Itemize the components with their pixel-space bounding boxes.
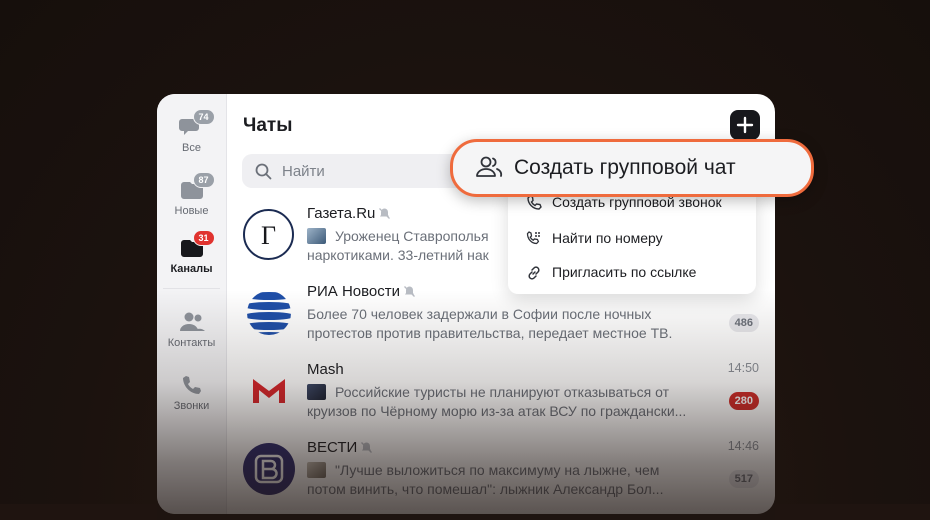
sidebar-item-new[interactable]: 87 Новые — [157, 172, 226, 217]
sidebar-item-label: Новые — [174, 205, 209, 217]
chat-preview: Российские туристы не планируют отказыва… — [307, 384, 687, 419]
chat-item-mash[interactable]: Mash Российские туристы не планируют отк… — [227, 351, 775, 429]
chat-name: РИА Новости — [307, 283, 416, 302]
new-icon: 87 — [179, 172, 215, 201]
create-group-chat-button[interactable]: Создать групповой чат — [450, 139, 814, 197]
phone-icon — [179, 374, 205, 396]
menu-item-find-by-number[interactable]: Найти по номеру — [526, 230, 663, 250]
avatar: Г — [243, 209, 294, 260]
chat-name: Mash — [307, 361, 344, 378]
badge-new: 87 — [192, 172, 215, 188]
contacts-icon — [179, 311, 205, 333]
menu-item-group-call[interactable]: Создать групповой звонок — [526, 194, 722, 214]
sidebar-item-label: Звонки — [173, 400, 210, 412]
sidebar: 74 Все 87 Новые 31 Каналы Контакты Звонк… — [157, 94, 227, 514]
dialpad-icon — [526, 231, 544, 250]
thumbnail-image — [307, 228, 326, 244]
sidebar-item-label: Каналы — [170, 263, 213, 275]
sidebar-item-all[interactable]: 74 Все — [157, 109, 226, 154]
search-icon — [255, 163, 272, 180]
chat-preview: Более 70 человек задержали в Софии после… — [307, 306, 673, 341]
avatar — [243, 287, 295, 339]
sidebar-item-label: Все — [182, 142, 201, 154]
avatar — [243, 443, 295, 495]
badge-channels: 31 — [192, 230, 215, 246]
sidebar-item-label: Контакты — [167, 337, 216, 349]
thumbnail-image — [307, 384, 326, 400]
chat-name: Газета.Ru — [307, 205, 391, 224]
chat-preview: "Лучше выложиться по максимуму на лыжне,… — [307, 462, 664, 497]
sidebar-item-calls[interactable]: Звонки — [157, 374, 226, 412]
svg-text:Г: Г — [261, 221, 276, 250]
unread-badge: 280 — [728, 392, 759, 410]
group-call-icon — [526, 195, 544, 214]
chats-icon: 74 — [178, 109, 215, 138]
chat-name: ВЕСТИ — [307, 439, 373, 458]
chat-time: 14:50 — [727, 361, 759, 375]
sidebar-item-channels[interactable]: 31 Каналы — [157, 230, 226, 275]
plus-icon — [736, 116, 754, 134]
create-group-chat-label: Создать групповой чат — [514, 156, 736, 179]
unread-badge: 486 — [728, 314, 759, 332]
mute-icon — [403, 285, 416, 302]
sidebar-divider — [163, 288, 220, 289]
thumbnail-image — [307, 462, 326, 478]
new-chat-menu: Создать групповой звонок Найти по номеру… — [508, 182, 756, 294]
chat-item-vesti[interactable]: ВЕСТИ "Лучше выложиться по максимуму на … — [227, 429, 775, 507]
menu-item-invite-link[interactable]: Пригласить по ссылке — [526, 264, 696, 284]
sidebar-item-contacts[interactable]: Контакты — [157, 311, 226, 349]
mute-icon — [378, 207, 391, 224]
page-title: Чаты — [243, 115, 293, 136]
new-chat-button[interactable] — [730, 110, 760, 140]
avatar — [243, 365, 295, 417]
badge-all: 74 — [192, 109, 215, 125]
group-icon — [475, 155, 503, 184]
mute-icon — [360, 441, 373, 458]
search-placeholder: Найти — [282, 163, 325, 180]
link-icon — [526, 265, 544, 284]
chat-time: 14:46 — [727, 439, 759, 453]
unread-badge: 517 — [728, 470, 759, 488]
folder-icon: 31 — [179, 230, 215, 259]
